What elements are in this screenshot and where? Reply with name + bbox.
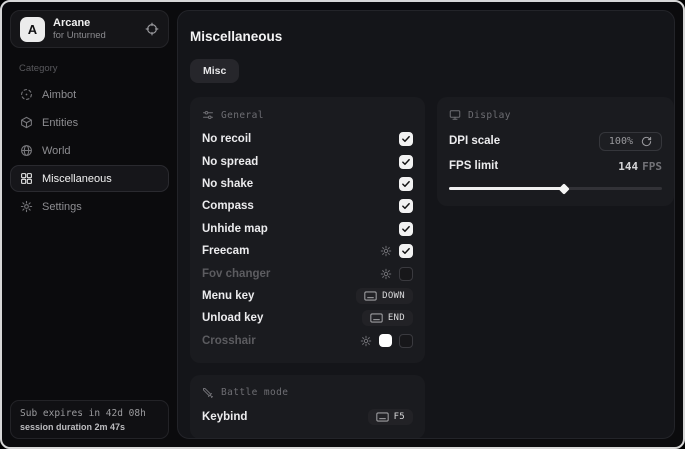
setting-label: Menu key bbox=[202, 290, 254, 302]
sidebar-item-label: Aimbot bbox=[42, 89, 76, 101]
page-title: Miscellaneous bbox=[190, 29, 662, 44]
sidebar-item-label: Entities bbox=[42, 117, 78, 129]
sidebar-item-label: Settings bbox=[42, 201, 82, 213]
unload-key-keybind-button[interactable]: END bbox=[362, 310, 413, 326]
brand-card: A Arcane for Unturned bbox=[10, 10, 169, 48]
fps-limit-slider[interactable] bbox=[449, 181, 662, 195]
fps-limit-unit: FPS bbox=[642, 160, 662, 173]
brand-name: Arcane bbox=[53, 17, 106, 30]
keybind-value: DOWN bbox=[382, 291, 405, 301]
setting-label: Freecam bbox=[202, 245, 249, 257]
no-spread-checkbox[interactable] bbox=[399, 155, 413, 169]
sword-icon bbox=[202, 387, 214, 399]
setting-row-no-shake: No shake bbox=[202, 173, 413, 195]
crosshair-color-swatch[interactable] bbox=[379, 334, 392, 347]
setting-row-unhide-map: Unhide map bbox=[202, 218, 413, 240]
freecam-checkbox[interactable] bbox=[399, 244, 413, 258]
sidebar-item-settings[interactable]: Settings bbox=[10, 193, 169, 220]
refresh-icon[interactable] bbox=[641, 136, 652, 147]
tab-bar: Misc bbox=[190, 59, 662, 83]
setting-row-crosshair: Crosshair bbox=[202, 330, 413, 352]
setting-label: Keybind bbox=[202, 411, 247, 423]
setting-label: Crosshair bbox=[202, 335, 256, 347]
setting-row-no-spread: No spread bbox=[202, 150, 413, 172]
sidebar-item-aimbot[interactable]: Aimbot bbox=[10, 81, 169, 108]
cube-icon bbox=[20, 116, 33, 129]
fps-limit-value: 144 bbox=[618, 160, 638, 173]
sidebar-item-label: World bbox=[42, 145, 71, 157]
keybind-value: F5 bbox=[394, 412, 405, 422]
panel-title: Display bbox=[468, 110, 511, 121]
display-panel: Display DPI scale 100% bbox=[437, 97, 674, 206]
setting-row-dpi-scale: DPI scale 100% bbox=[449, 128, 662, 154]
setting-label: Unload key bbox=[202, 312, 263, 324]
tab-misc[interactable]: Misc bbox=[190, 59, 239, 83]
subscription-card: Sub expires in 42d 08h session duration … bbox=[10, 400, 169, 439]
sliders-icon bbox=[202, 109, 214, 121]
sidebar-item-label: Miscellaneous bbox=[42, 173, 112, 185]
keyboard-icon bbox=[364, 291, 377, 301]
grid-icon bbox=[20, 172, 33, 185]
setting-label: No shake bbox=[202, 178, 253, 190]
crosshair-checkbox[interactable] bbox=[399, 334, 413, 348]
category-label: Category bbox=[19, 63, 160, 74]
slider-thumb[interactable] bbox=[558, 183, 569, 194]
setting-label: Fov changer bbox=[202, 268, 270, 280]
sub-expiry-text: Sub expires in 42d 08h bbox=[20, 408, 159, 419]
general-panel: General No recoil No spread bbox=[190, 97, 425, 363]
crosshair-icon bbox=[20, 88, 33, 101]
main-content: Miscellaneous Misc General bbox=[177, 10, 675, 439]
setting-label: DPI scale bbox=[449, 135, 500, 147]
setting-row-no-recoil: No recoil bbox=[202, 128, 413, 150]
setting-row-unload-key: Unload key END bbox=[202, 307, 413, 329]
setting-row-compass: Compass bbox=[202, 195, 413, 217]
brand-subtitle: for Unturned bbox=[53, 30, 106, 41]
setting-label: No recoil bbox=[202, 133, 251, 145]
gear-icon[interactable] bbox=[360, 335, 372, 347]
setting-label: No spread bbox=[202, 156, 258, 168]
target-icon[interactable] bbox=[145, 22, 159, 36]
gear-icon bbox=[20, 200, 33, 213]
app-logo: A bbox=[20, 17, 45, 42]
unhide-map-checkbox[interactable] bbox=[399, 222, 413, 236]
sidebar-item-miscellaneous[interactable]: Miscellaneous bbox=[10, 165, 169, 192]
sidebar-item-world[interactable]: World bbox=[10, 137, 169, 164]
sidebar: A Arcane for Unturned Category Aimbot bbox=[2, 2, 177, 447]
setting-row-keybind: Keybind F5 bbox=[202, 406, 413, 428]
dpi-scale-value: 100% bbox=[609, 136, 633, 147]
dpi-scale-control[interactable]: 100% bbox=[599, 132, 662, 151]
panel-title: Battle mode bbox=[221, 387, 288, 398]
menu-key-keybind-button[interactable]: DOWN bbox=[356, 288, 413, 304]
setting-label: Compass bbox=[202, 200, 254, 212]
no-shake-checkbox[interactable] bbox=[399, 177, 413, 191]
gear-icon[interactable] bbox=[380, 268, 392, 280]
setting-row-fov-changer: Fov changer bbox=[202, 262, 413, 284]
keyboard-icon bbox=[376, 412, 389, 422]
panel-title: General bbox=[221, 110, 264, 121]
globe-icon bbox=[20, 144, 33, 157]
keyboard-icon bbox=[370, 313, 383, 323]
compass-checkbox[interactable] bbox=[399, 199, 413, 213]
slider-fill bbox=[449, 187, 564, 190]
no-recoil-checkbox[interactable] bbox=[399, 132, 413, 146]
battle-mode-panel: Battle mode Keybind F5 bbox=[190, 375, 425, 439]
battle-keybind-button[interactable]: F5 bbox=[368, 409, 413, 425]
gear-icon[interactable] bbox=[380, 245, 392, 257]
fov-changer-checkbox[interactable] bbox=[399, 267, 413, 281]
monitor-icon bbox=[449, 109, 461, 121]
keybind-value: END bbox=[388, 313, 405, 323]
setting-label: FPS limit bbox=[449, 160, 498, 172]
session-duration-text: session duration 2m 47s bbox=[20, 422, 159, 432]
setting-row-fps-limit: FPS limit 144 FPS bbox=[449, 154, 662, 178]
sidebar-item-entities[interactable]: Entities bbox=[10, 109, 169, 136]
setting-row-freecam: Freecam bbox=[202, 240, 413, 262]
app-window: A Arcane for Unturned Category Aimbot bbox=[0, 0, 685, 449]
setting-row-menu-key: Menu key DOWN bbox=[202, 285, 413, 307]
setting-label: Unhide map bbox=[202, 223, 268, 235]
